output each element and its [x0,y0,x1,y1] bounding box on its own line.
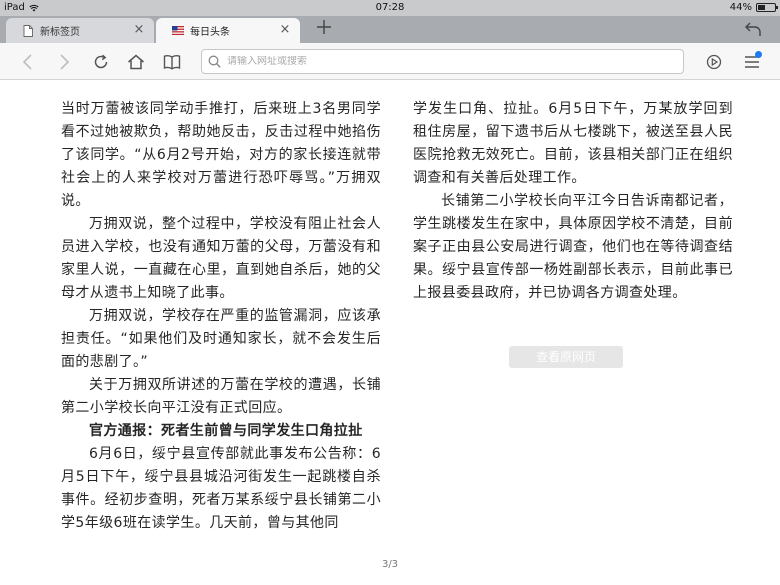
flag-icon [172,25,184,37]
forward-button[interactable] [54,52,74,72]
view-original-button[interactable]: 查看原网页 [509,346,623,368]
close-icon[interactable]: × [278,23,292,37]
reload-button[interactable] [91,52,111,72]
tab-label: 每日头条 [190,27,230,38]
tab-new-tab[interactable]: 新标签页 × [6,18,154,43]
back-button[interactable] [18,52,38,72]
status-time: 07:28 [375,2,405,13]
search-icon [208,55,221,68]
undo-button[interactable] [744,20,764,40]
battery-percent: 44% [729,2,752,13]
browser-toolbar [0,43,780,80]
tab-bar: 新标签页 × 每日头条 × [0,16,780,43]
bookmarks-button[interactable] [162,52,182,72]
article-paragraph: 6月6日，绥宁县宣传部就此事发布公告称：6月5日下午，绥宁县县城沿河街发生一起跳… [61,446,381,531]
chevron-left-icon [22,54,32,70]
status-bar: iPad 07:28 44% [0,0,780,16]
chevron-right-icon [60,54,70,70]
article-paragraph: 万拥双说，学校存在严重的监管漏洞，应该承担责任。“如果他们及时通知家长，就不会发… [61,308,381,370]
page-icon [22,24,34,37]
article-paragraph: 当时万蕾被该同学动手推打，后来班上3名男同学看不过她被欺负，帮助她反击，反击过程… [61,101,381,209]
media-play-button[interactable] [704,52,724,72]
tab-daily-headlines[interactable]: 每日头条 × [156,18,300,43]
article-column-right: 学发生口角、拉扯。6月5日下午，万某放学回到租住房屋，留下遗书后从七楼跳下，被送… [413,98,733,305]
reader-content: 当时万蕾被该同学动手推打，后来班上3名男同学看不过她被欺负，帮助她反击，反击过程… [0,81,780,585]
notification-dot [755,51,762,58]
book-icon [163,55,181,70]
page-indicator: 3/3 [381,559,399,570]
close-icon[interactable]: × [132,23,146,37]
play-icon [706,54,722,70]
article-paragraph: 长铺第二小学校长向平江今日告诉南都记者，学生跳楼发生在家中，具体原因学校不清楚，… [413,193,733,301]
battery-icon [756,3,778,12]
article-column-left: 当时万蕾被该同学动手推打，后来班上3名男同学看不过她被欺负，帮助她反击，反击过程… [61,98,381,535]
status-right: 44% [729,2,778,13]
tab-label: 新标签页 [40,27,80,38]
plus-icon [317,20,331,34]
home-icon [128,54,144,70]
home-button[interactable] [126,52,146,72]
address-bar[interactable] [201,49,684,74]
new-tab-button[interactable] [314,18,334,40]
article-paragraph: 关于万拥双所讲述的万蕾在学校的遭遇，长铺第二小学校长向平江没有正式回应。 [61,377,381,416]
undo-icon [745,22,761,36]
reload-icon [94,54,108,69]
article-subheading: 官方通报：死者生前曾与同学发生口角拉扯 [89,423,363,439]
article-paragraph: 万拥双说，整个过程中，学校没有阻止社会人员进入学校，也没有通知万蕾的父母，万蕾没… [61,216,381,301]
article-paragraph: 学发生口角、拉扯。6月5日下午，万某放学回到租住房屋，留下遗书后从七楼跳下，被送… [413,101,733,186]
url-input[interactable] [227,56,667,67]
